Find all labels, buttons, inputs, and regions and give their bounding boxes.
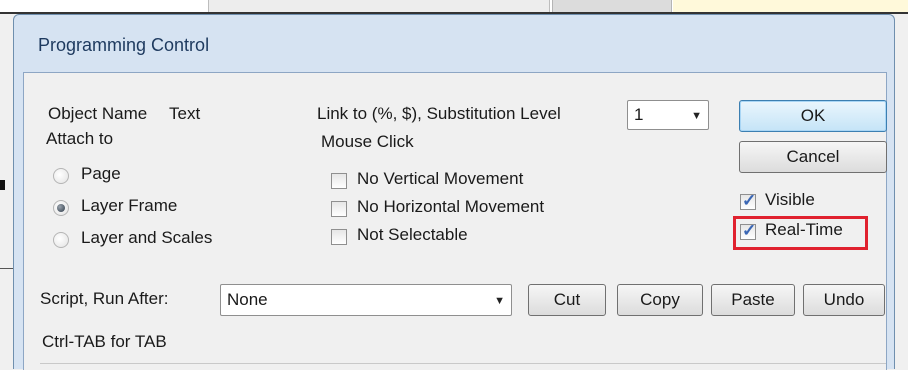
cancel-button[interactable]: Cancel (739, 141, 887, 173)
radio-layer-frame-label: Layer Frame (81, 196, 178, 215)
attach-to-label: Attach to (46, 129, 114, 148)
ctrl-tab-hint: Ctrl-TAB for TAB (42, 332, 167, 351)
cut-button[interactable]: Cut (528, 284, 606, 316)
substitution-level-combobox[interactable]: 1 ▼ (627, 100, 709, 130)
script-run-after-value: None (227, 290, 268, 309)
chevron-down-icon: ▼ (494, 295, 505, 307)
no-vertical-movement-checkbox[interactable] (331, 173, 347, 189)
dialog-title: Programming Control (38, 35, 210, 55)
ok-button[interactable]: OK (739, 100, 887, 132)
realtime-label: Real-Time (765, 220, 843, 239)
paste-button[interactable]: Paste (711, 284, 795, 316)
programming-control-dialog: Programming Control Object Name Text Att… (13, 14, 895, 370)
undo-button[interactable]: Undo (803, 284, 885, 316)
background-line (0, 268, 13, 269)
not-selectable-checkbox[interactable] (331, 229, 347, 245)
not-selectable-label: Not Selectable (357, 225, 468, 244)
object-name-field[interactable]: Text (169, 104, 294, 126)
chevron-down-icon: ▼ (691, 110, 702, 122)
realtime-checkbox[interactable]: ✓ (740, 221, 757, 240)
mouse-click-label: Mouse Click (321, 132, 414, 151)
no-horizontal-movement-label: No Horizontal Movement (357, 197, 545, 216)
substitution-level-value: 1 (634, 105, 644, 124)
object-name-label: Object Name (48, 104, 148, 123)
checkmark-icon: ✓ (742, 221, 757, 240)
radio-layer-frame[interactable] (53, 200, 69, 216)
no-vertical-movement-label: No Vertical Movement (357, 169, 524, 188)
radio-layer-and-scales[interactable] (53, 232, 69, 248)
no-horizontal-movement-checkbox[interactable] (331, 201, 347, 217)
visible-label: Visible (765, 190, 815, 209)
background-marker (0, 180, 5, 190)
script-run-after-combobox[interactable]: None ▼ (220, 284, 512, 316)
visible-checkbox[interactable]: ✓ (740, 191, 757, 210)
checkmark-icon: ✓ (742, 191, 757, 210)
dialog-client-area: Object Name Text Attach to Page Layer Fr… (23, 72, 887, 370)
script-run-after-label: Script, Run After: (40, 289, 169, 308)
script-area-top-border (40, 363, 886, 364)
copy-button[interactable]: Copy (617, 284, 703, 316)
radio-selected-dot (57, 204, 65, 212)
object-name-value: Text (169, 104, 201, 123)
radio-page[interactable] (53, 168, 69, 184)
link-substitution-label: Link to (%, $), Substitution Level (317, 104, 561, 123)
radio-layer-and-scales-label: Layer and Scales (81, 228, 213, 247)
radio-page-label: Page (81, 164, 121, 183)
